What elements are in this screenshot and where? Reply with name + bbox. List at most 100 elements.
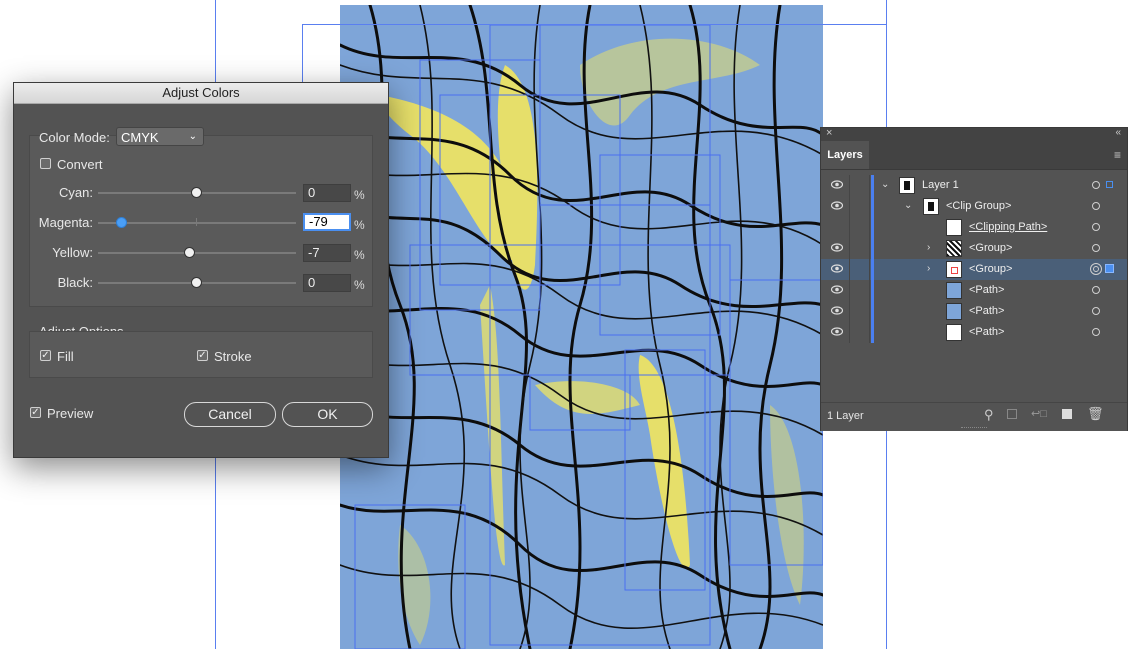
cancel-button[interactable]: Cancel: [184, 402, 276, 427]
target-icon[interactable]: [1092, 181, 1100, 189]
layer-color-bar: [871, 301, 874, 322]
eye-icon[interactable]: [831, 306, 843, 315]
chevron-right-icon[interactable]: ›: [927, 263, 930, 274]
fill-label: Fill: [57, 349, 74, 364]
layer-thumbnail: [946, 240, 962, 257]
tab-layers[interactable]: Layers: [821, 141, 869, 169]
chevron-down-icon: ⌄: [188, 131, 197, 142]
stroke-checkbox[interactable]: ✓: [197, 350, 208, 361]
eye-icon[interactable]: [831, 327, 843, 336]
layer-color-bar: [871, 238, 874, 259]
layer-row-layer-1[interactable]: ⌄ Layer 1: [821, 175, 1127, 196]
stroke-label: Stroke: [214, 349, 252, 364]
layer-name: <Path>: [969, 284, 1005, 296]
eye-icon[interactable]: [831, 285, 843, 294]
layer-thumbnail: [946, 261, 962, 278]
visibility-divider: [849, 301, 850, 322]
layer-name: <Clip Group>: [946, 200, 1012, 212]
panel-menu-icon[interactable]: ≡: [1114, 148, 1121, 162]
search-icon[interactable]: ⚲: [984, 407, 994, 423]
yellow-input[interactable]: -7: [303, 244, 351, 262]
layer-row-clip-group[interactable]: ⌄ <Clip Group>: [821, 196, 1127, 217]
magenta-label: Magenta:: [38, 215, 93, 230]
yellow-slider-knob[interactable]: [184, 247, 195, 258]
lock-divider: [869, 301, 870, 322]
visibility-divider: [849, 322, 850, 343]
preview-checkbox[interactable]: ✓: [30, 407, 41, 418]
black-input[interactable]: 0: [303, 274, 351, 292]
fill-checkbox[interactable]: ✓: [40, 350, 51, 361]
magenta-slider[interactable]: [98, 217, 296, 228]
lock-divider: [869, 238, 870, 259]
visibility-divider: [849, 259, 850, 280]
target-icon[interactable]: [1092, 202, 1100, 210]
convert-label: Convert: [57, 157, 103, 172]
layer-name: <Group>: [969, 242, 1013, 254]
artboard[interactable]: [340, 5, 823, 649]
layer-row-path[interactable]: <Path>: [821, 322, 1127, 343]
layer-row-path[interactable]: <Path>: [821, 301, 1127, 322]
magenta-input[interactable]: -79: [303, 213, 351, 231]
visibility-divider: [849, 280, 850, 301]
ok-button[interactable]: OK: [282, 402, 373, 427]
eye-icon[interactable]: [831, 180, 843, 189]
layer-row-group[interactable]: › <Group>: [821, 238, 1127, 259]
selection-indicator[interactable]: [1106, 181, 1113, 188]
target-icon[interactable]: [1092, 307, 1100, 315]
magenta-unit: %: [354, 218, 365, 232]
eye-icon[interactable]: [831, 264, 843, 273]
make-clipping-mask-icon[interactable]: [1007, 409, 1017, 419]
convert-checkbox[interactable]: [40, 158, 51, 169]
layers-panel: × « Layers ≡ ⌄ Layer 1 ⌄ <Clip Group> <C…: [820, 127, 1128, 431]
create-sublayer-icon[interactable]: ↩□: [1031, 407, 1047, 420]
layer-name: <Clipping Path>: [969, 221, 1048, 233]
trash-icon[interactable]: 🗑: [1087, 406, 1104, 422]
target-icon[interactable]: [1092, 328, 1100, 336]
lock-divider: [869, 259, 870, 280]
layer-thumbnail: [946, 219, 962, 236]
target-icon[interactable]: [1092, 286, 1100, 294]
eye-icon[interactable]: [831, 243, 843, 252]
cyan-label: Cyan:: [59, 185, 93, 200]
cyan-slider-knob[interactable]: [191, 187, 202, 198]
visibility-divider: [849, 175, 850, 196]
eye-icon[interactable]: [831, 201, 843, 210]
cyan-slider[interactable]: [98, 187, 296, 198]
chevron-down-icon[interactable]: ⌄: [904, 200, 912, 211]
layer-thumbnail: [946, 303, 962, 320]
target-icon[interactable]: [1092, 244, 1100, 252]
selection-guide-left: [302, 24, 303, 84]
yellow-slider[interactable]: [98, 247, 296, 258]
black-slider[interactable]: [98, 277, 296, 288]
yellow-label: Yellow:: [52, 245, 93, 260]
color-mode-label: Color Mode:: [39, 130, 110, 145]
target-icon-selected[interactable]: [1090, 263, 1102, 275]
collapse-panel-icon[interactable]: «: [1115, 127, 1121, 138]
color-mode-select[interactable]: CMYK ⌄: [116, 127, 204, 146]
close-panel-icon[interactable]: ×: [826, 127, 832, 139]
magenta-slider-knob[interactable]: [116, 217, 127, 228]
black-slider-knob[interactable]: [191, 277, 202, 288]
layer-color-bar: [871, 175, 874, 196]
preview-label: Preview: [47, 406, 94, 421]
target-icon[interactable]: [1092, 223, 1100, 231]
panel-title-bar: × «: [821, 127, 1127, 141]
layer-row-path[interactable]: <Path>: [821, 280, 1127, 301]
chevron-right-icon[interactable]: ›: [927, 242, 930, 253]
resize-grip[interactable]: [961, 427, 987, 431]
layers-list: ⌄ Layer 1 ⌄ <Clip Group> <Clipping Path>: [821, 173, 1127, 401]
dialog-title: Adjust Colors: [14, 83, 388, 104]
artwork: [340, 5, 823, 649]
chevron-down-icon[interactable]: ⌄: [881, 179, 889, 190]
layer-name: <Path>: [969, 326, 1005, 338]
new-layer-icon[interactable]: [1062, 409, 1072, 419]
cyan-input[interactable]: 0: [303, 184, 351, 202]
lock-divider: [869, 217, 870, 238]
layer-name: Layer 1: [922, 179, 959, 191]
layer-row-group-selected[interactable]: › <Group>: [821, 259, 1127, 280]
magenta-slider-center-tick: [196, 218, 197, 226]
layer-thumbnail: [946, 282, 962, 299]
layer-row-clipping-path[interactable]: <Clipping Path>: [821, 217, 1127, 238]
selection-indicator[interactable]: [1105, 264, 1114, 273]
layer-color-bar: [871, 259, 874, 280]
